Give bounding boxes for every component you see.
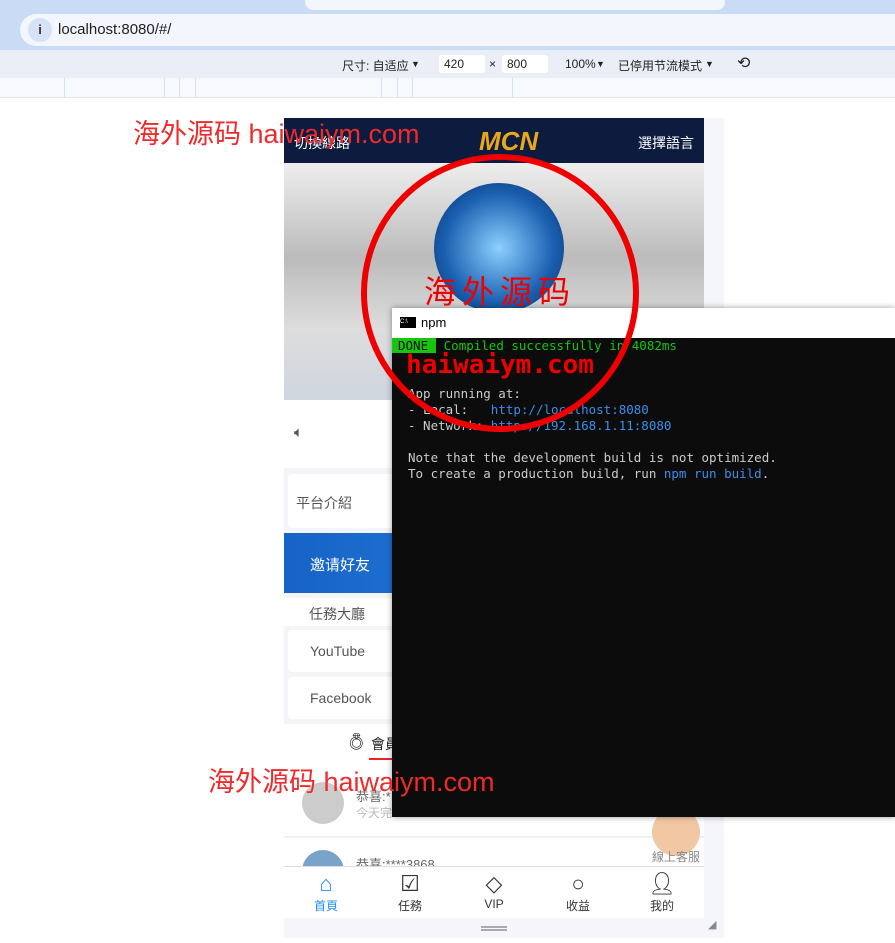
nav-label: 我的 [649,899,674,913]
moneybag-icon: ○ [571,871,585,896]
tab-strip [0,0,895,10]
drag-handle-icon[interactable] [481,926,507,931]
home-icon: ⌂ [319,871,333,896]
nav-label: 任務 [397,899,422,913]
build-command: npm run build [663,466,762,481]
user-icon: 👤︎ [648,871,676,896]
svg-text:海外源码: 海外源码 [424,273,576,311]
rotate-icon[interactable]: ⟲ [737,53,750,73]
watermark-stamp: 海外源码 haiwaiym.com [361,154,639,432]
zoom-select[interactable]: 100% [565,57,596,71]
media-query-ruler [0,78,895,98]
task-icon: ☑ [400,871,420,896]
nav-earnings[interactable]: ○ 收益 [536,871,620,914]
times-label: × [489,57,497,71]
nav-label: VIP [484,897,504,911]
nav-vip[interactable]: ◇ VIP [452,871,536,911]
note-line: Note that the development build is not o… [408,450,777,465]
active-tab[interactable] [305,0,725,10]
diamond-icon: ◇ [485,871,503,896]
nav-task[interactable]: ☑ 任務 [368,871,452,914]
nav-label: 首頁 [313,899,338,913]
height-input[interactable]: 800 [502,55,548,73]
speaker-icon: 🔈︎ [294,424,304,441]
divider [284,836,704,838]
svg-text:haiwaiym.com: haiwaiym.com [406,350,594,380]
dropdown-icon: ▼ [596,59,605,69]
address-bar[interactable]: i localhost:8080/#/ [20,14,895,46]
address-bar-area: i localhost:8080/#/ [0,10,895,50]
device-toolbar: 尺寸: 自适应 ▼ 420 × 800 100% ▼ 已停用节流模式 ▼ ⟲ [0,50,895,78]
info-icon[interactable]: i [28,18,52,42]
bottom-nav: ⌂ 首頁 ☑ 任務 ◇ VIP ○ 收益 👤︎ 我的 [284,866,704,918]
resize-handle-icon[interactable]: ◢ [708,918,716,931]
width-input[interactable]: 420 [439,55,485,73]
note-line: To create a production build, run [408,466,664,481]
period: . [761,466,770,481]
size-select[interactable]: 尺寸: 自适应 [342,57,409,74]
watermark-text: 海外源码 haiwaiym.com [133,119,420,149]
language-button[interactable]: 選擇語言 [638,133,694,153]
nav-mine[interactable]: 👤︎ 我的 [620,871,704,914]
customer-service-label[interactable]: 線上客服 [652,848,700,865]
dropdown-icon: ▼ [705,59,714,69]
resize-strip-bottom[interactable] [284,918,704,938]
watermark-text: 海外源码 haiwaiym.com [208,767,495,797]
ring-icon: 💍︎ [346,734,367,751]
throttle-select[interactable]: 已停用节流模式 [618,57,702,74]
nav-home[interactable]: ⌂ 首頁 [284,871,368,914]
nav-label: 收益 [565,899,590,913]
url-text[interactable]: localhost:8080/#/ [58,21,171,38]
dropdown-icon: ▼ [411,59,420,69]
feed-subtitle: 今天完 [356,806,393,820]
